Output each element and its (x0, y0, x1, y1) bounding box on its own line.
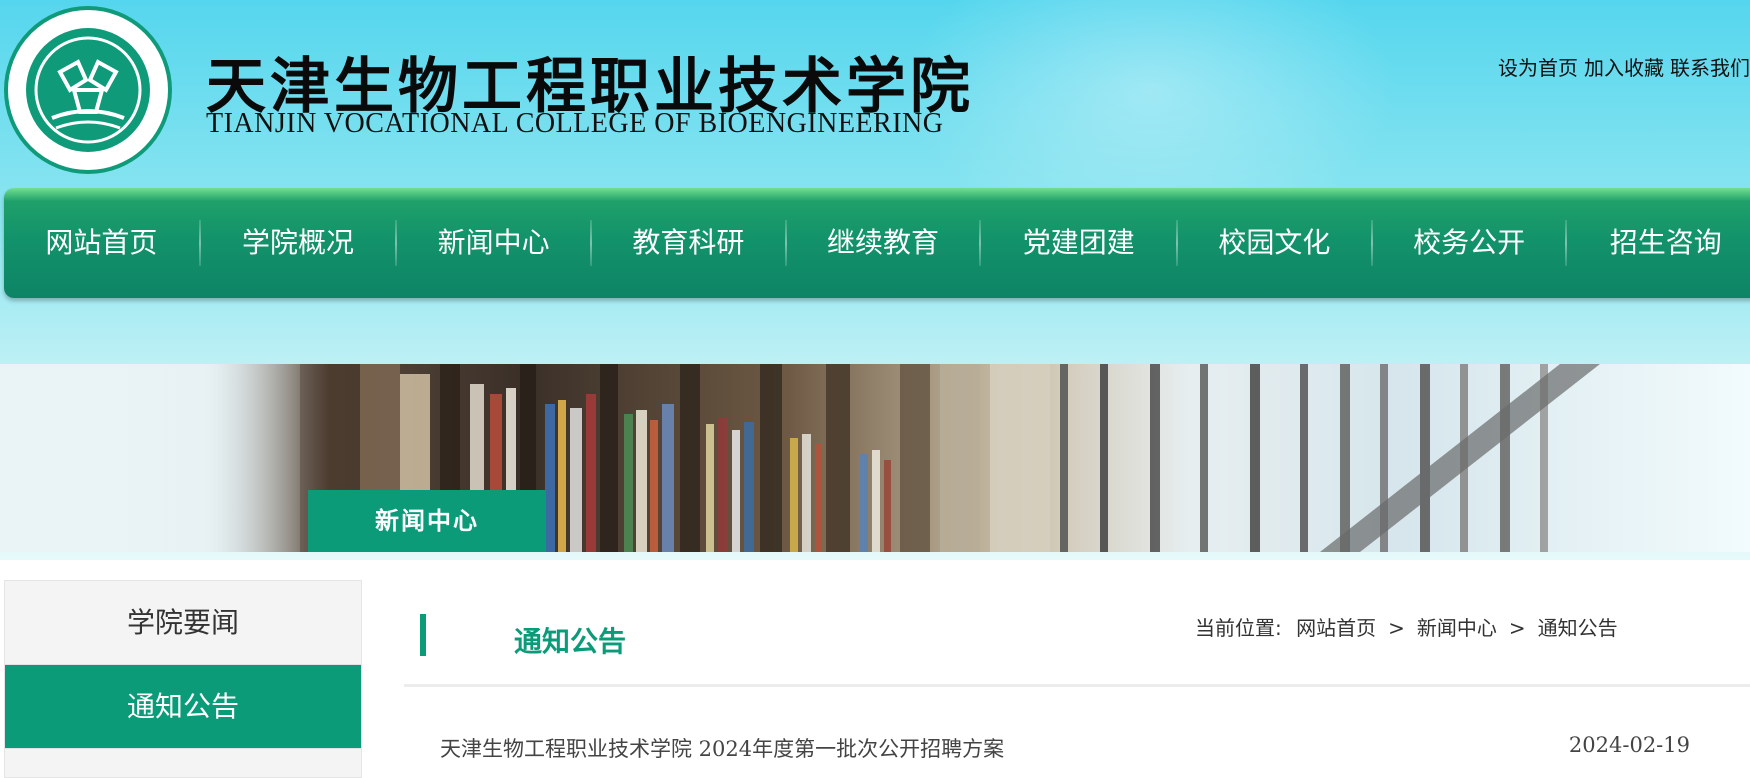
section-tab: 新闻中心 (308, 490, 546, 552)
news-title[interactable]: 天津生物工程职业技术学院 2024年度第一批次公开招聘方案 (440, 733, 1004, 763)
nav-item-affairs-public[interactable]: 校务公开 (1373, 188, 1566, 298)
nav-item-admissions[interactable]: 招生咨询 (1567, 188, 1750, 298)
logo-mark-icon (34, 36, 142, 144)
college-logo[interactable] (4, 6, 172, 174)
content-divider (404, 684, 1750, 687)
breadcrumb: 当前位置: 网站首页 > 新闻中心 > 通知公告 (1195, 612, 1626, 641)
breadcrumb-home[interactable]: 网站首页 (1296, 616, 1376, 640)
nav-item-party-building[interactable]: 党建团建 (981, 188, 1176, 298)
news-date: 2024-02-19 (1568, 733, 1690, 757)
nav-item-news[interactable]: 新闻中心 (397, 188, 590, 298)
nav-item-home[interactable]: 网站首页 (4, 188, 199, 298)
contact-us-link[interactable]: 联系我们 (1670, 56, 1750, 80)
breadcrumb-current: 通知公告 (1537, 616, 1618, 640)
breadcrumb-separator: > (1508, 616, 1526, 640)
nav-item-about[interactable]: 学院概况 (201, 188, 396, 298)
main-nav: 网站首页 学院概况 新闻中心 教育科研 继续教育 党建团建 校园文化 校务公开 … (4, 188, 1750, 298)
college-name-en: TIANJIN VOCATIONAL COLLEGE OF BIOENGINEE… (206, 108, 944, 139)
nav-item-campus-culture[interactable]: 校园文化 (1178, 188, 1371, 298)
set-homepage-link[interactable]: 设为首页 (1498, 56, 1578, 80)
sidebar-item-college-news[interactable]: 学院要闻 (5, 581, 361, 665)
title-accent-bar (420, 614, 426, 656)
breadcrumb-prefix: 当前位置: (1195, 616, 1282, 640)
page-title: 通知公告 (514, 625, 627, 658)
breadcrumb-separator: > (1388, 616, 1405, 640)
breadcrumb-news[interactable]: 新闻中心 (1417, 616, 1497, 640)
library-banner (0, 364, 1750, 552)
sidebar: 学院要闻 通知公告 (4, 580, 362, 778)
sidebar-item-notices[interactable]: 通知公告 (5, 665, 361, 749)
logo-emblem (26, 28, 150, 152)
add-favorite-link[interactable]: 加入收藏 (1584, 56, 1664, 80)
nav-item-continuing-education[interactable]: 继续教育 (787, 188, 980, 298)
nav-item-research[interactable]: 教育科研 (592, 188, 785, 298)
banner-fade (0, 364, 330, 552)
top-links: 设为首页 加入收藏 联系我们 (1492, 52, 1750, 81)
